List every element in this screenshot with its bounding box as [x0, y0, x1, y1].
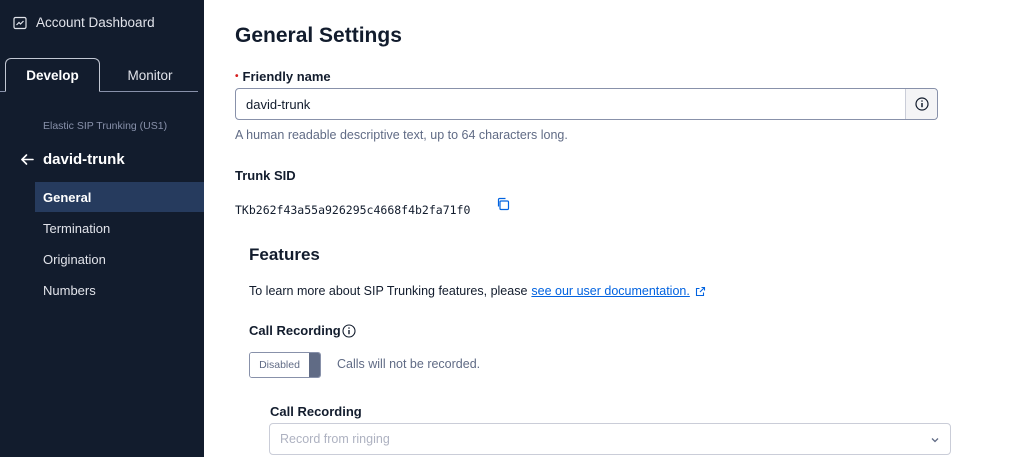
sidebar-item-numbers[interactable]: Numbers: [35, 275, 204, 305]
arrow-left-icon: [21, 154, 34, 165]
user-documentation-link[interactable]: see our user documentation.: [531, 284, 689, 298]
call-recording-select[interactable]: Record from ringing: [269, 423, 951, 455]
required-marker: •: [235, 71, 239, 82]
friendly-name-info-button[interactable]: [905, 89, 937, 119]
chevron-down-icon: [931, 438, 939, 443]
features-heading: Features: [249, 245, 320, 264]
trunk-sid-label: Trunk SID: [235, 168, 296, 183]
sidebar-item-termination[interactable]: Termination: [35, 213, 204, 243]
account-dashboard-link[interactable]: Account Dashboard: [13, 15, 155, 30]
app-root: Account Dashboard Develop Monitor Elasti…: [0, 0, 1024, 457]
copy-icon[interactable]: [496, 197, 510, 211]
learn-more-text: To learn more about SIP Trunking feature…: [249, 284, 528, 298]
info-icon: [914, 97, 929, 111]
page-title: General Settings: [235, 24, 402, 47]
dashboard-icon: [13, 16, 27, 29]
friendly-name-label: • Friendly name: [235, 69, 331, 84]
back-to-trunks[interactable]: david-trunk: [20, 151, 125, 168]
info-icon[interactable]: [342, 323, 356, 338]
features-learn-more: To learn more about SIP Trunking feature…: [249, 284, 706, 298]
region-label: Elastic SIP Trunking (US1): [43, 120, 168, 132]
account-dashboard-label: Account Dashboard: [36, 15, 155, 30]
sidebar: Account Dashboard Develop Monitor Elasti…: [0, 0, 204, 457]
call-recording-select-label: Call Recording: [270, 404, 362, 419]
toggle-state-label: Disabled: [250, 353, 309, 377]
call-recording-description: Calls will not be recorded.: [337, 357, 481, 371]
external-link-icon: [695, 286, 705, 296]
toggle-knob: [309, 353, 320, 377]
sidebar-item-general[interactable]: General: [35, 182, 204, 212]
call-recording-toggle[interactable]: Disabled: [249, 352, 321, 378]
friendly-name-input[interactable]: david-trunk: [236, 89, 905, 119]
sidebar-tabs: Develop Monitor: [0, 58, 204, 92]
call-recording-select-value: Record from ringing: [280, 432, 390, 446]
trunk-name-heading: david-trunk: [43, 151, 125, 168]
friendly-name-help: A human readable descriptive text, up to…: [235, 128, 568, 142]
trunk-sid-value: TKb262f43a55a926295c4668f4b2fa71f0: [235, 203, 471, 217]
friendly-name-field[interactable]: david-trunk: [235, 88, 938, 120]
tab-monitor[interactable]: Monitor: [102, 58, 198, 92]
friendly-name-label-text: Friendly name: [242, 69, 331, 84]
tab-develop[interactable]: Develop: [5, 58, 100, 92]
call-recording-label-text: Call Recording: [249, 323, 341, 338]
sidebar-item-origination[interactable]: Origination: [35, 244, 204, 274]
main-content: General Settings • Friendly name david-tr…: [204, 0, 1024, 457]
call-recording-label: Call Recording: [249, 323, 356, 338]
